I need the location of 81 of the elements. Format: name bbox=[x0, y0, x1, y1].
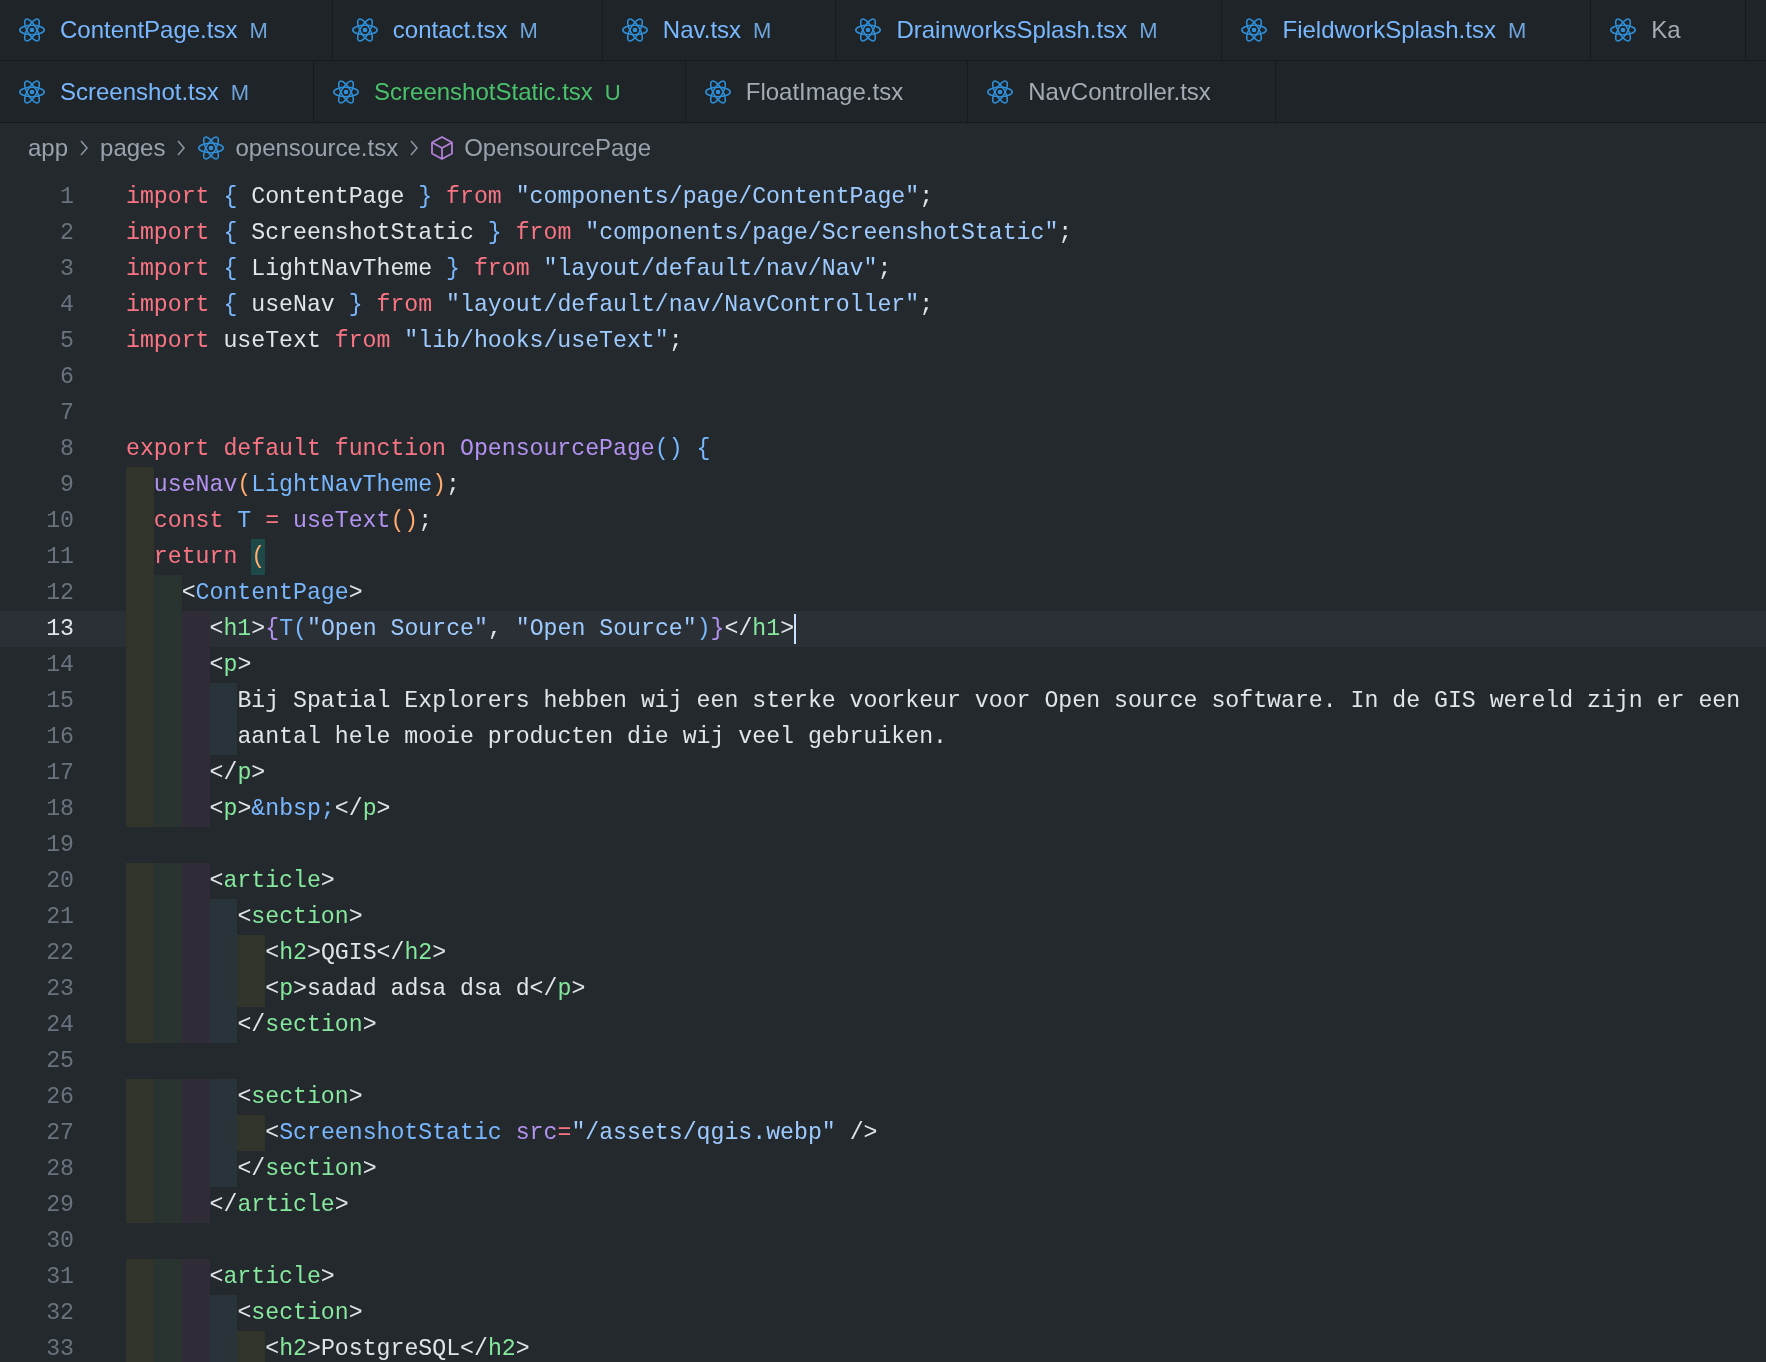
atom-icon bbox=[18, 77, 46, 106]
line-number: 9 bbox=[59, 471, 74, 500]
line-number: 15 bbox=[45, 687, 74, 716]
code-line: <p>&nbsp;</p> bbox=[126, 791, 391, 827]
line-number: 3 bbox=[59, 255, 74, 284]
line-number: 5 bbox=[59, 327, 74, 356]
code-line: <h1>{T("Open Source", "Open Source")}</h1> bbox=[126, 611, 795, 647]
code-line: import { LightNavTheme } from "layout/default/nav/Nav"; bbox=[126, 255, 892, 284]
line-number: 18 bbox=[45, 795, 74, 824]
line-number: 33 bbox=[45, 1335, 74, 1362]
cube-icon bbox=[430, 135, 455, 161]
line-number: 6 bbox=[59, 363, 74, 392]
atom-icon bbox=[332, 77, 361, 106]
code-line: aantal hele mooie producten die wij veel gebruiken. bbox=[126, 719, 948, 755]
atom-icon bbox=[854, 16, 883, 44]
code-line: <ContentPage> bbox=[126, 575, 363, 611]
line-number: 2 bbox=[59, 219, 74, 248]
atom-icon bbox=[620, 16, 649, 44]
line-number: 31 bbox=[45, 1263, 74, 1292]
line-number: 8 bbox=[59, 435, 74, 464]
code-line: </section> bbox=[126, 1007, 377, 1043]
line-number: 25 bbox=[45, 1047, 74, 1076]
code-line: </article> bbox=[126, 1187, 349, 1223]
line-number: 21 bbox=[45, 903, 74, 932]
line-number: 28 bbox=[45, 1155, 74, 1184]
code-line: <section> bbox=[126, 1079, 363, 1115]
code-line: </section> bbox=[126, 1151, 377, 1187]
chevron-icon bbox=[78, 138, 91, 158]
atom-icon bbox=[986, 77, 1015, 106]
atom-icon bbox=[703, 77, 732, 106]
line-number: 19 bbox=[45, 831, 74, 860]
line-number: 1 bbox=[59, 183, 74, 212]
line-number: 16 bbox=[45, 723, 74, 752]
line-number: 24 bbox=[45, 1011, 74, 1040]
code-line: <p>sadad adsa dsa d</p> bbox=[126, 971, 586, 1007]
code-line: <article> bbox=[126, 1259, 335, 1295]
code-line: <p> bbox=[126, 647, 252, 683]
code-line: </p> bbox=[126, 755, 266, 791]
line-number: 13 bbox=[45, 615, 74, 644]
code-line: return ( bbox=[126, 539, 266, 575]
code-line: import { ScreenshotStatic } from "components/page/ScreenshotStatic"; bbox=[126, 219, 1073, 248]
line-number: 17 bbox=[45, 759, 74, 788]
line-number: 23 bbox=[45, 975, 74, 1004]
code-line: Bij Spatial Explorers hebben wij een sterke voorkeur voor Open source software. In de GIS wereld zijn er een bbox=[126, 683, 1741, 719]
line-number: 10 bbox=[45, 507, 74, 536]
code-line: <section> bbox=[126, 1295, 363, 1331]
code-line: <section> bbox=[126, 899, 363, 935]
code-line: <h2>PostgreSQL</h2> bbox=[126, 1331, 530, 1362]
line-number: 26 bbox=[45, 1083, 74, 1112]
line-number: 12 bbox=[45, 579, 74, 608]
line-number: 22 bbox=[45, 939, 74, 968]
code-line: import { ContentPage } from "components/page/ContentPage"; bbox=[126, 183, 934, 212]
atom-icon bbox=[1240, 16, 1269, 44]
code-line: useNav(LightNavTheme); bbox=[126, 467, 460, 503]
code-line: <h2>QGIS</h2> bbox=[126, 935, 447, 971]
code-line: <ScreenshotStatic src="/assets/qgis.webp" /> bbox=[126, 1115, 878, 1151]
atom-icon bbox=[1609, 16, 1638, 44]
line-number: 29 bbox=[45, 1191, 74, 1220]
line-number: 14 bbox=[45, 651, 74, 680]
atom-icon bbox=[350, 16, 379, 44]
breadcrumb-item[interactable]: opensource.tsx bbox=[235, 130, 399, 166]
chevron-icon bbox=[408, 138, 421, 158]
code-line: import useText from "lib/hooks/useText"; bbox=[126, 327, 683, 356]
code-line: export default function OpensourcePage() { bbox=[126, 435, 711, 464]
line-number: 32 bbox=[45, 1299, 74, 1328]
code-line: <article> bbox=[126, 863, 335, 899]
chevron-icon bbox=[175, 138, 188, 158]
breadcrumb-item[interactable]: OpensourcePage bbox=[464, 130, 651, 166]
text-cursor bbox=[794, 614, 797, 644]
atom-icon bbox=[197, 134, 226, 162]
line-number: 7 bbox=[59, 399, 74, 428]
atom-icon bbox=[18, 16, 46, 44]
code-line: import { useNav } from "layout/default/nav/NavController"; bbox=[126, 291, 934, 320]
breadcrumb-item[interactable]: pages bbox=[100, 130, 166, 166]
breadcrumb-item[interactable]: app bbox=[28, 130, 69, 166]
line-number: 20 bbox=[45, 867, 74, 896]
line-number: 4 bbox=[59, 291, 74, 320]
line-number: 27 bbox=[45, 1119, 74, 1148]
code-line: const T = useText(); bbox=[126, 503, 433, 539]
line-number: 11 bbox=[45, 543, 74, 572]
line-number: 30 bbox=[45, 1227, 74, 1256]
